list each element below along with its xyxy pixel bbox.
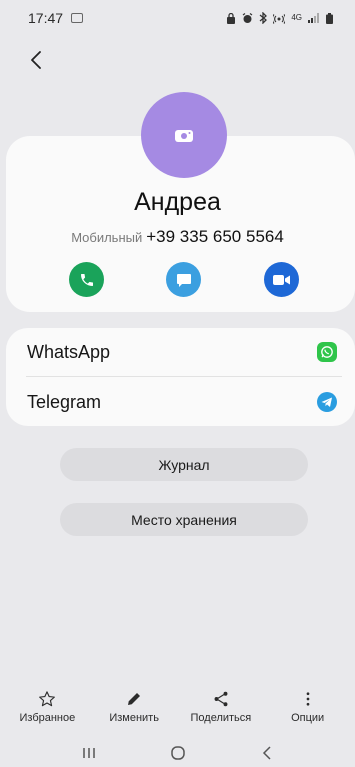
chevron-left-icon	[262, 745, 271, 760]
alarm-icon	[242, 12, 253, 23]
status-bar: 17:47 4G	[0, 0, 355, 36]
options-button[interactable]: Опции	[266, 690, 350, 724]
home-icon	[170, 745, 185, 760]
status-left: 17:47	[28, 10, 84, 26]
app-row-whatsapp[interactable]: WhatsApp	[6, 328, 355, 376]
home-button[interactable]	[158, 741, 198, 765]
more-vertical-icon	[306, 692, 309, 706]
whatsapp-icon	[317, 342, 337, 362]
share-icon	[214, 691, 228, 707]
status-right: 4G	[226, 12, 333, 24]
message-button[interactable]	[166, 262, 201, 297]
gallery-notification-icon	[71, 13, 84, 23]
hotspot-icon	[273, 13, 286, 24]
bluetooth-icon	[259, 12, 268, 24]
favorite-button[interactable]: Избранное	[5, 690, 89, 724]
lock-icon	[227, 12, 236, 24]
star-icon	[39, 691, 56, 707]
contact-name: Андреа	[134, 188, 221, 216]
share-button[interactable]: Поделиться	[179, 690, 263, 724]
telegram-icon	[317, 392, 337, 412]
status-time: 17:47	[28, 10, 64, 26]
video-call-button[interactable]	[264, 262, 299, 297]
camera-icon	[175, 130, 193, 142]
app-label: Telegram	[27, 391, 102, 412]
bottom-bar-label: Изменить	[109, 712, 159, 724]
bottom-action-bar: Избранное Изменить Поделиться Опции	[0, 690, 355, 734]
pencil-icon	[128, 693, 141, 705]
recent-apps-icon	[82, 747, 95, 758]
app-row-telegram[interactable]: Telegram	[6, 378, 355, 426]
phone-row[interactable]: Мобильный +39 335 650 5564	[0, 227, 355, 247]
back-nav-button[interactable]	[247, 741, 287, 765]
bottom-bar-label: Избранное	[19, 712, 76, 724]
recent-apps-button[interactable]	[69, 741, 109, 765]
phone-number: +39 335 650 5564	[146, 227, 284, 246]
signal-icon	[308, 13, 319, 23]
call-button[interactable]	[69, 262, 104, 297]
bottom-bar-label: Поделиться	[190, 712, 252, 724]
phone-type-label: Мобильный	[71, 230, 143, 245]
avatar[interactable]	[141, 92, 227, 178]
message-bubble-icon	[176, 273, 191, 287]
chevron-left-icon	[31, 51, 41, 69]
storage-location-button[interactable]: Место хранения	[60, 503, 308, 536]
battery-icon	[326, 12, 333, 24]
app-divider	[26, 376, 342, 377]
bottom-bar-label: Опции	[291, 712, 325, 724]
phone-icon	[80, 273, 93, 286]
app-label: WhatsApp	[27, 341, 111, 362]
network-type: 4G	[291, 13, 302, 22]
call-log-button[interactable]: Журнал	[60, 448, 308, 481]
edit-button[interactable]: Изменить	[92, 690, 176, 724]
video-camera-icon	[273, 274, 290, 285]
back-button[interactable]	[22, 46, 50, 74]
system-nav-bar	[0, 738, 355, 767]
